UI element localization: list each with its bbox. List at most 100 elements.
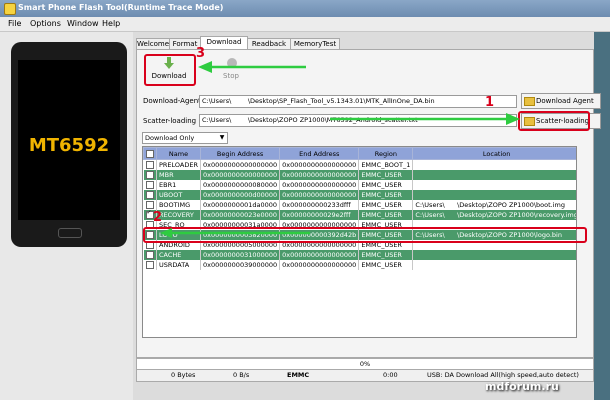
cell-checkbox[interactable] bbox=[143, 170, 157, 180]
status-bytes: 0 Bytes bbox=[171, 371, 196, 379]
partition-table-grid: Name Begin Address End Address Region Lo… bbox=[143, 147, 576, 270]
cell-checkbox[interactable] bbox=[143, 260, 157, 270]
cell-name: MBR bbox=[156, 170, 202, 180]
cell-region: EMMC_USER bbox=[358, 260, 414, 270]
cell-name: RECOVERY bbox=[156, 210, 202, 220]
menu-options[interactable]: Options bbox=[30, 19, 61, 28]
status-time: 0:00 bbox=[383, 371, 398, 379]
table-row[interactable]: RECOVERY0x00000000023e00000x00000000029e… bbox=[143, 210, 576, 220]
status-rate: 0 B/s bbox=[233, 371, 250, 379]
cell-location[interactable] bbox=[412, 159, 576, 170]
menu-bar: File Options Window Help bbox=[0, 17, 610, 32]
cell-end-address: 0x00000000029e2fff bbox=[279, 210, 360, 220]
desktop-background bbox=[594, 32, 610, 400]
cell-location[interactable] bbox=[412, 190, 576, 200]
title-bar: Smart Phone Flash Tool(Runtime Trace Mod… bbox=[0, 0, 610, 17]
table-row[interactable]: MBR 0x0000000000000000 0x0000000000000000 E… bbox=[143, 170, 576, 180]
cell-checkbox[interactable] bbox=[143, 200, 157, 210]
cell-end-address: 0x0000000000000000 bbox=[279, 170, 360, 180]
table-row[interactable]: PRELOADER 0x0000000000000000 0x00000000000… bbox=[143, 159, 576, 170]
row-checkbox[interactable] bbox=[145, 261, 154, 269]
cell-checkbox[interactable] bbox=[143, 180, 157, 190]
cell-begin-address: 0x0000000000000000 bbox=[200, 170, 281, 180]
annotation-arrow-2 bbox=[160, 228, 310, 238]
cell-region: EMMC_BOOT_1 bbox=[358, 159, 414, 170]
table-header-row: Name Begin Address End Address Region Lo… bbox=[143, 147, 576, 160]
download-agent-button[interactable]: Download Agent bbox=[521, 93, 601, 109]
cell-end-address: 0x000000000233dfff bbox=[279, 200, 360, 210]
download-agent-button-label: Download Agent bbox=[536, 97, 594, 105]
progress-percent: 0% bbox=[359, 360, 371, 368]
annotation-number-1: 1 bbox=[485, 95, 495, 110]
cell-location[interactable]: C:\Users\ \Desktop\ZOPO ZP1000\boot.img bbox=[412, 200, 576, 210]
table-row[interactable]: USRDATA 0x0000000039000000 0x0000000000000… bbox=[143, 260, 576, 270]
cell-begin-address: 0x00000000023e0000 bbox=[200, 210, 281, 220]
header-region[interactable]: Region bbox=[358, 147, 414, 160]
cell-location[interactable] bbox=[412, 170, 576, 180]
cell-begin-address: 0x0000000000d00000 bbox=[200, 190, 281, 200]
header-name[interactable]: Name bbox=[155, 147, 202, 160]
cell-begin-address: 0x0000000000000000 bbox=[200, 159, 281, 170]
cell-location[interactable] bbox=[412, 260, 576, 270]
select-all-checkbox[interactable] bbox=[146, 149, 154, 158]
watermark: mdforum.ru bbox=[485, 380, 559, 393]
table-row[interactable]: CACHE 0x0000000031000000 0x000000000000000… bbox=[143, 250, 576, 260]
cell-checkbox[interactable] bbox=[143, 250, 157, 260]
download-agent-label: Download-Agent bbox=[143, 97, 201, 105]
annotation-arrow-1 bbox=[330, 113, 520, 125]
cell-name: CACHE bbox=[156, 250, 202, 260]
cell-name: BOOTIMG bbox=[156, 200, 202, 210]
cell-end-address: 0x0000000000000000 bbox=[279, 180, 360, 190]
mode-select[interactable]: Download Only ▼ bbox=[142, 132, 228, 144]
cell-end-address: 0x0000000000000000 bbox=[279, 159, 360, 170]
annotation-arrow-3 bbox=[198, 61, 306, 73]
header-end-address[interactable]: End Address bbox=[279, 147, 360, 160]
menu-window[interactable]: Window bbox=[67, 19, 99, 28]
folder-icon bbox=[524, 97, 535, 106]
row-checkbox[interactable] bbox=[145, 201, 154, 209]
row-checkbox[interactable] bbox=[145, 191, 154, 199]
window-title: Smart Phone Flash Tool(Runtime Trace Mod… bbox=[18, 3, 224, 12]
annotation-box-scatter bbox=[518, 111, 590, 131]
cell-end-address: 0x0000000000000000 bbox=[279, 190, 360, 200]
menu-help[interactable]: Help bbox=[102, 19, 120, 28]
row-checkbox[interactable] bbox=[145, 171, 154, 179]
cell-end-address: 0x0000000000000000 bbox=[279, 260, 360, 270]
cell-region: EMMC_USER bbox=[358, 190, 414, 200]
table-row[interactable]: UBOOT 0x0000000000d00000 0x000000000000000… bbox=[143, 190, 576, 200]
table-row[interactable]: EBR1 0x0000000000080000 0x0000000000000000… bbox=[143, 180, 576, 190]
status-storage: EMMC bbox=[287, 371, 310, 379]
download-agent-path-field[interactable]: C:\Users\ \Desktop\SP_Flash_Tool_v5.1343… bbox=[199, 95, 517, 108]
cell-begin-address: 0x0000000031000000 bbox=[200, 250, 281, 260]
cell-location[interactable] bbox=[412, 250, 576, 260]
cell-name: PRELOADER bbox=[156, 159, 202, 170]
cell-begin-address: 0x0000000001da0000 bbox=[200, 200, 281, 210]
tab-download[interactable]: Download bbox=[200, 36, 248, 50]
header-begin-address[interactable]: Begin Address bbox=[200, 147, 281, 160]
annotation-box-download bbox=[144, 54, 196, 86]
row-checkbox[interactable] bbox=[145, 161, 154, 169]
table-row[interactable]: BOOTIMG 0x0000000001da0000 0x000000000233d… bbox=[143, 200, 576, 210]
cell-checkbox[interactable] bbox=[143, 190, 157, 200]
cell-region: EMMC_USER bbox=[358, 250, 414, 260]
menu-file[interactable]: File bbox=[8, 19, 21, 28]
annotation-number-2: 2 bbox=[153, 210, 163, 225]
cell-region: EMMC_USER bbox=[358, 200, 414, 210]
row-checkbox[interactable] bbox=[145, 251, 154, 259]
annotation-number-3: 3 bbox=[196, 46, 206, 61]
cell-region: EMMC_USER bbox=[358, 180, 414, 190]
app-icon bbox=[4, 3, 16, 15]
cell-location[interactable]: C:\Users\ \Desktop\ZOPO ZP1000\recovery.… bbox=[412, 210, 576, 220]
mode-select-value: Download Only bbox=[145, 134, 195, 142]
cell-name: USRDATA bbox=[156, 260, 202, 270]
row-checkbox[interactable] bbox=[145, 181, 154, 189]
cell-checkbox[interactable] bbox=[143, 159, 157, 170]
cell-end-address: 0x0000000000000000 bbox=[279, 250, 360, 260]
header-location[interactable]: Location bbox=[412, 147, 576, 160]
cell-name: EBR1 bbox=[156, 180, 202, 190]
header-select-all[interactable] bbox=[143, 147, 157, 160]
cell-location[interactable] bbox=[412, 180, 576, 190]
cell-region: EMMC_USER bbox=[358, 210, 414, 220]
cell-begin-address: 0x0000000039000000 bbox=[200, 260, 281, 270]
chevron-down-icon: ▼ bbox=[219, 134, 225, 141]
